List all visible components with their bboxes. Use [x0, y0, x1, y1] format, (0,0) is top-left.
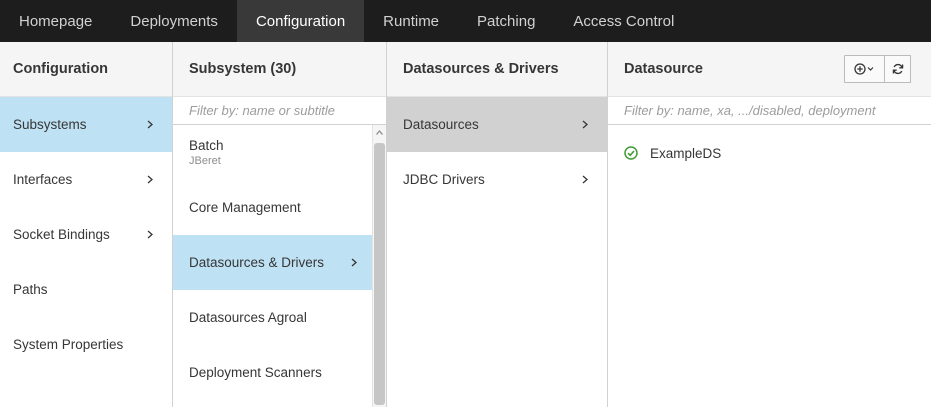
refresh-button[interactable]	[885, 55, 911, 83]
datasource-filter	[608, 97, 931, 125]
config-item-label: Subsystems	[13, 117, 87, 132]
chevron-right-icon	[145, 230, 155, 240]
config-item-label: System Properties	[13, 337, 124, 352]
subsystem-item-subtitle: JBeret	[189, 155, 221, 167]
datasource-column-header: Datasource	[608, 42, 931, 97]
subsystem-filter	[173, 97, 386, 125]
datasources-drivers-column: Datasources & Drivers Datasources JDBC D…	[387, 42, 608, 407]
subsystem-item-datasources-agroal[interactable]: Datasources Agroal	[173, 290, 373, 345]
subsystem-item-label: Core Management	[189, 200, 301, 215]
subsystem-list: Batch JBeret Core Management Datasources…	[173, 125, 373, 407]
plus-circle-icon	[853, 63, 873, 75]
dd-item-label: Datasources	[403, 117, 479, 132]
tab-configuration[interactable]: Configuration	[236, 0, 365, 42]
dd-item-datasources[interactable]: Datasources	[387, 97, 607, 152]
chevron-right-icon	[580, 175, 590, 185]
subsystem-scrollbar[interactable]	[372, 125, 386, 407]
datasource-column-title: Datasource	[624, 61, 703, 77]
chevron-right-icon	[580, 120, 590, 130]
config-item-label: Socket Bindings	[13, 227, 110, 242]
config-item-subsystems[interactable]: Subsystems	[0, 97, 172, 152]
chevron-right-icon	[145, 175, 155, 185]
config-item-system-properties[interactable]: System Properties	[0, 317, 172, 372]
scroll-up-arrow-icon[interactable]	[373, 125, 386, 139]
subsystem-item-label: Deployment Scanners	[189, 365, 322, 380]
subsystem-item-deployment-scanners[interactable]: Deployment Scanners	[173, 345, 373, 400]
tab-access-control[interactable]: Access Control	[554, 0, 693, 42]
config-item-socket-bindings[interactable]: Socket Bindings	[0, 207, 172, 262]
subsystem-item-label: Datasources & Drivers	[189, 255, 325, 270]
tab-homepage[interactable]: Homepage	[0, 0, 111, 42]
config-item-interfaces[interactable]: Interfaces	[0, 152, 172, 207]
check-circle-icon	[624, 146, 638, 160]
refresh-icon	[892, 63, 903, 75]
configuration-column: Configuration Subsystems Interfaces Sock…	[0, 42, 173, 407]
tab-patching[interactable]: Patching	[458, 0, 554, 42]
datasource-filter-input[interactable]	[624, 103, 931, 118]
config-item-label: Paths	[13, 282, 48, 297]
subsystem-item-batch[interactable]: Batch JBeret	[173, 125, 373, 180]
datasource-item-exampleds[interactable]: ExampleDS	[608, 125, 931, 181]
subsystem-item-label: Datasources Agroal	[189, 310, 307, 325]
subsystem-filter-input[interactable]	[189, 103, 386, 118]
top-navigation: Homepage Deployments Configuration Runti…	[0, 0, 931, 42]
subsystem-column: Subsystem (30) Batch JBeret Core Managem…	[173, 42, 387, 407]
subsystem-item-datasources-drivers[interactable]: Datasources & Drivers	[173, 235, 373, 290]
dd-item-label: JDBC Drivers	[403, 172, 485, 187]
chevron-right-icon	[145, 120, 155, 130]
datasource-toolbar	[844, 55, 911, 83]
tab-runtime[interactable]: Runtime	[364, 0, 458, 42]
add-datasource-button[interactable]	[844, 55, 885, 83]
config-item-label: Interfaces	[13, 172, 73, 187]
subsystem-column-title: Subsystem (30)	[173, 42, 386, 97]
scrollbar-thumb[interactable]	[374, 143, 385, 405]
datasources-drivers-column-title: Datasources & Drivers	[387, 42, 607, 97]
tab-deployments[interactable]: Deployments	[111, 0, 237, 42]
configuration-column-title: Configuration	[0, 42, 172, 97]
datasource-item-label: ExampleDS	[650, 145, 722, 161]
subsystem-item-label: Batch	[189, 138, 224, 153]
subsystem-item-core-management[interactable]: Core Management	[173, 180, 373, 235]
config-item-paths[interactable]: Paths	[0, 262, 172, 317]
chevron-right-icon	[349, 258, 359, 268]
datasource-column: Datasource Filter by: name, xa, .../disa…	[608, 42, 931, 407]
dd-item-jdbc-drivers[interactable]: JDBC Drivers	[387, 152, 607, 207]
